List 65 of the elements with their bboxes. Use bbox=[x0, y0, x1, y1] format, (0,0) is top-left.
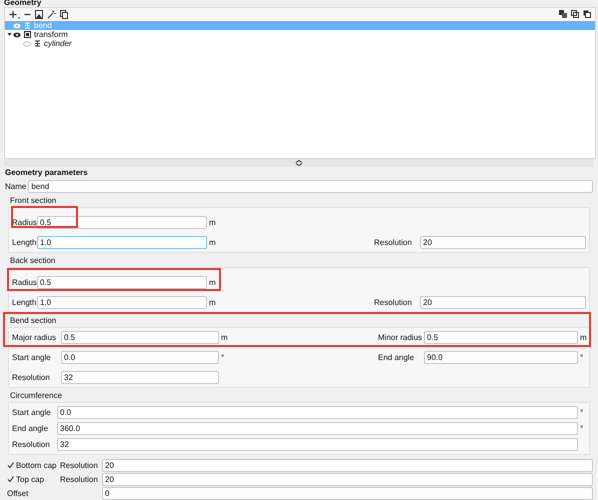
unit-label: m bbox=[209, 296, 215, 308]
input-field[interactable]: 20 bbox=[102, 459, 593, 472]
unit-label: ° bbox=[221, 352, 226, 364]
group-title: Back section bbox=[9, 256, 56, 265]
checkbox[interactable]: Top cap bbox=[7, 474, 60, 486]
field-label: End angle bbox=[12, 422, 50, 434]
shape-icon[interactable] bbox=[34, 40, 41, 47]
field-label: Resolution bbox=[374, 236, 413, 248]
input-field[interactable]: bend bbox=[28, 180, 593, 193]
field-label: Start angle bbox=[12, 406, 52, 418]
field-label: End angle bbox=[378, 352, 416, 364]
input-field[interactable]: 32 bbox=[57, 438, 578, 451]
image-icon[interactable] bbox=[35, 10, 43, 18]
input-field[interactable]: 360.0 bbox=[57, 422, 578, 435]
field-label: Offset bbox=[7, 488, 30, 500]
input-field[interactable]: 0.5 bbox=[61, 331, 219, 344]
input-field[interactable]: 90.0 bbox=[424, 351, 578, 364]
input-field[interactable]: 0.5 bbox=[37, 276, 207, 289]
input-field[interactable]: 0.5 bbox=[424, 331, 578, 344]
unit-label: m bbox=[221, 332, 227, 344]
unit-label: m bbox=[209, 236, 215, 248]
field-label: Name bbox=[5, 180, 26, 192]
tree-item[interactable]: transform bbox=[5, 30, 595, 39]
group-title: Bend section bbox=[9, 316, 58, 325]
magic-wand-icon[interactable] bbox=[47, 10, 56, 18]
field-label: Resolution bbox=[60, 474, 99, 486]
group-title: Front section bbox=[9, 196, 58, 205]
tree-item[interactable]: cylinder bbox=[5, 39, 595, 48]
input-field[interactable]: 20 bbox=[420, 236, 586, 249]
group-title: Circumference bbox=[9, 391, 64, 400]
expand-arrow-icon[interactable] bbox=[7, 32, 12, 37]
field-label: Length bbox=[12, 296, 36, 308]
group-icon[interactable] bbox=[24, 31, 31, 38]
field-label: Major radius bbox=[12, 332, 58, 344]
field-label: Resolution bbox=[12, 372, 51, 384]
front-back-icon[interactable] bbox=[583, 10, 591, 18]
field-label: Resolution bbox=[60, 460, 99, 472]
unit-label: ° bbox=[580, 406, 584, 418]
field-label: Start angle bbox=[12, 352, 52, 364]
add-icon[interactable] bbox=[9, 10, 20, 18]
input-field[interactable]: 0.5 bbox=[37, 216, 207, 229]
field-label: Resolution bbox=[374, 296, 413, 308]
unit-label: ° bbox=[580, 352, 584, 364]
stack-icon[interactable] bbox=[559, 10, 567, 18]
input-field[interactable]: 32 bbox=[61, 371, 219, 384]
unit-label: m bbox=[580, 332, 586, 344]
unit-label: m bbox=[209, 216, 215, 228]
unit-label: ° bbox=[580, 422, 584, 434]
input-field[interactable]: 1.0 bbox=[37, 236, 207, 249]
section-title: Geometry parameters bbox=[4, 168, 89, 178]
copy-icon[interactable] bbox=[60, 10, 68, 18]
input-field[interactable]: 1.0 bbox=[37, 296, 207, 309]
input-field[interactable]: 0.0 bbox=[61, 351, 219, 364]
field-label: Radius bbox=[12, 276, 36, 288]
field-label: Resolution bbox=[12, 438, 51, 450]
input-field[interactable]: 20 bbox=[420, 296, 586, 309]
overlap-icon[interactable] bbox=[571, 10, 579, 18]
input-field[interactable]: 20 bbox=[102, 473, 593, 486]
input-field[interactable]: 0.0 bbox=[57, 406, 578, 419]
field-label: Minor radius bbox=[378, 332, 424, 344]
input-field[interactable]: 0 bbox=[102, 487, 593, 500]
field-label: Length bbox=[12, 236, 36, 248]
checkbox[interactable]: Bottom cap bbox=[7, 460, 60, 472]
unit-label: m bbox=[209, 276, 215, 288]
splitter-icon[interactable] bbox=[295, 160, 303, 166]
